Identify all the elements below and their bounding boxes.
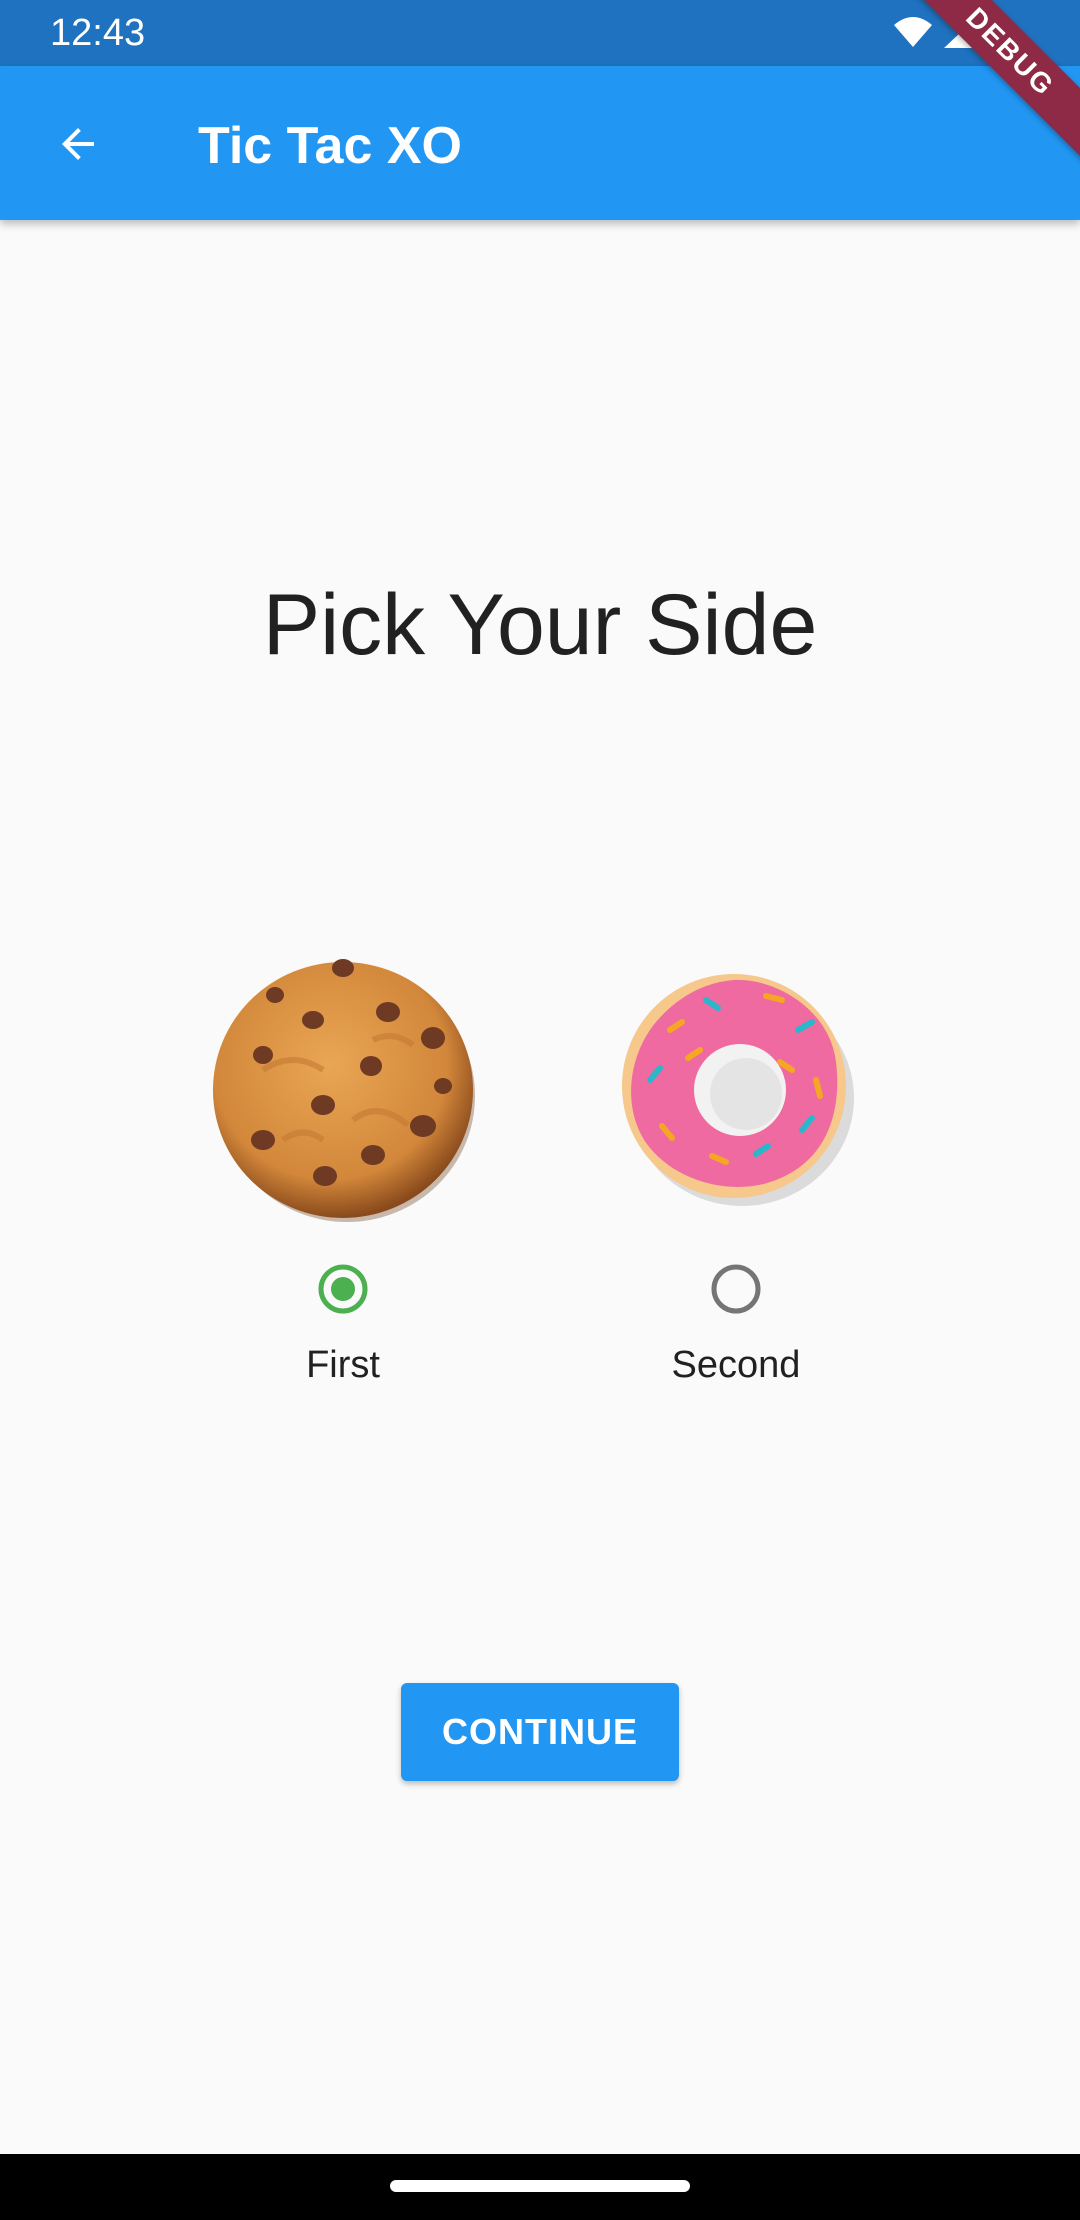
app-bar: Tic Tac XO (0, 66, 1080, 220)
cookie-image[interactable] (193, 940, 493, 1240)
app-title: Tic Tac XO (198, 117, 462, 175)
arrow-back-icon (62, 128, 94, 160)
option-second[interactable]: Second (586, 940, 886, 1387)
navigation-bar (0, 2154, 1080, 2220)
back-button[interactable] (48, 114, 108, 174)
option-label-first: First (306, 1344, 380, 1386)
option-first[interactable]: First (193, 940, 493, 1387)
radio-first[interactable] (314, 1260, 372, 1318)
status-bar: 12:43 (0, 0, 1080, 66)
radio-selected-icon (318, 1264, 368, 1314)
radio-unselected-icon (711, 1264, 761, 1314)
continue-button[interactable]: CONTINUE (401, 1683, 679, 1781)
status-time: 12:43 (50, 12, 146, 54)
radio-second[interactable] (707, 1260, 765, 1318)
cookie-icon (213, 959, 475, 1222)
wifi-icon (894, 17, 932, 47)
donut-image[interactable] (586, 940, 886, 1240)
donut-icon (622, 974, 854, 1206)
home-indicator[interactable] (390, 2180, 690, 2192)
option-label-second: Second (671, 1344, 801, 1386)
page-title: Pick Your Side (262, 577, 818, 673)
